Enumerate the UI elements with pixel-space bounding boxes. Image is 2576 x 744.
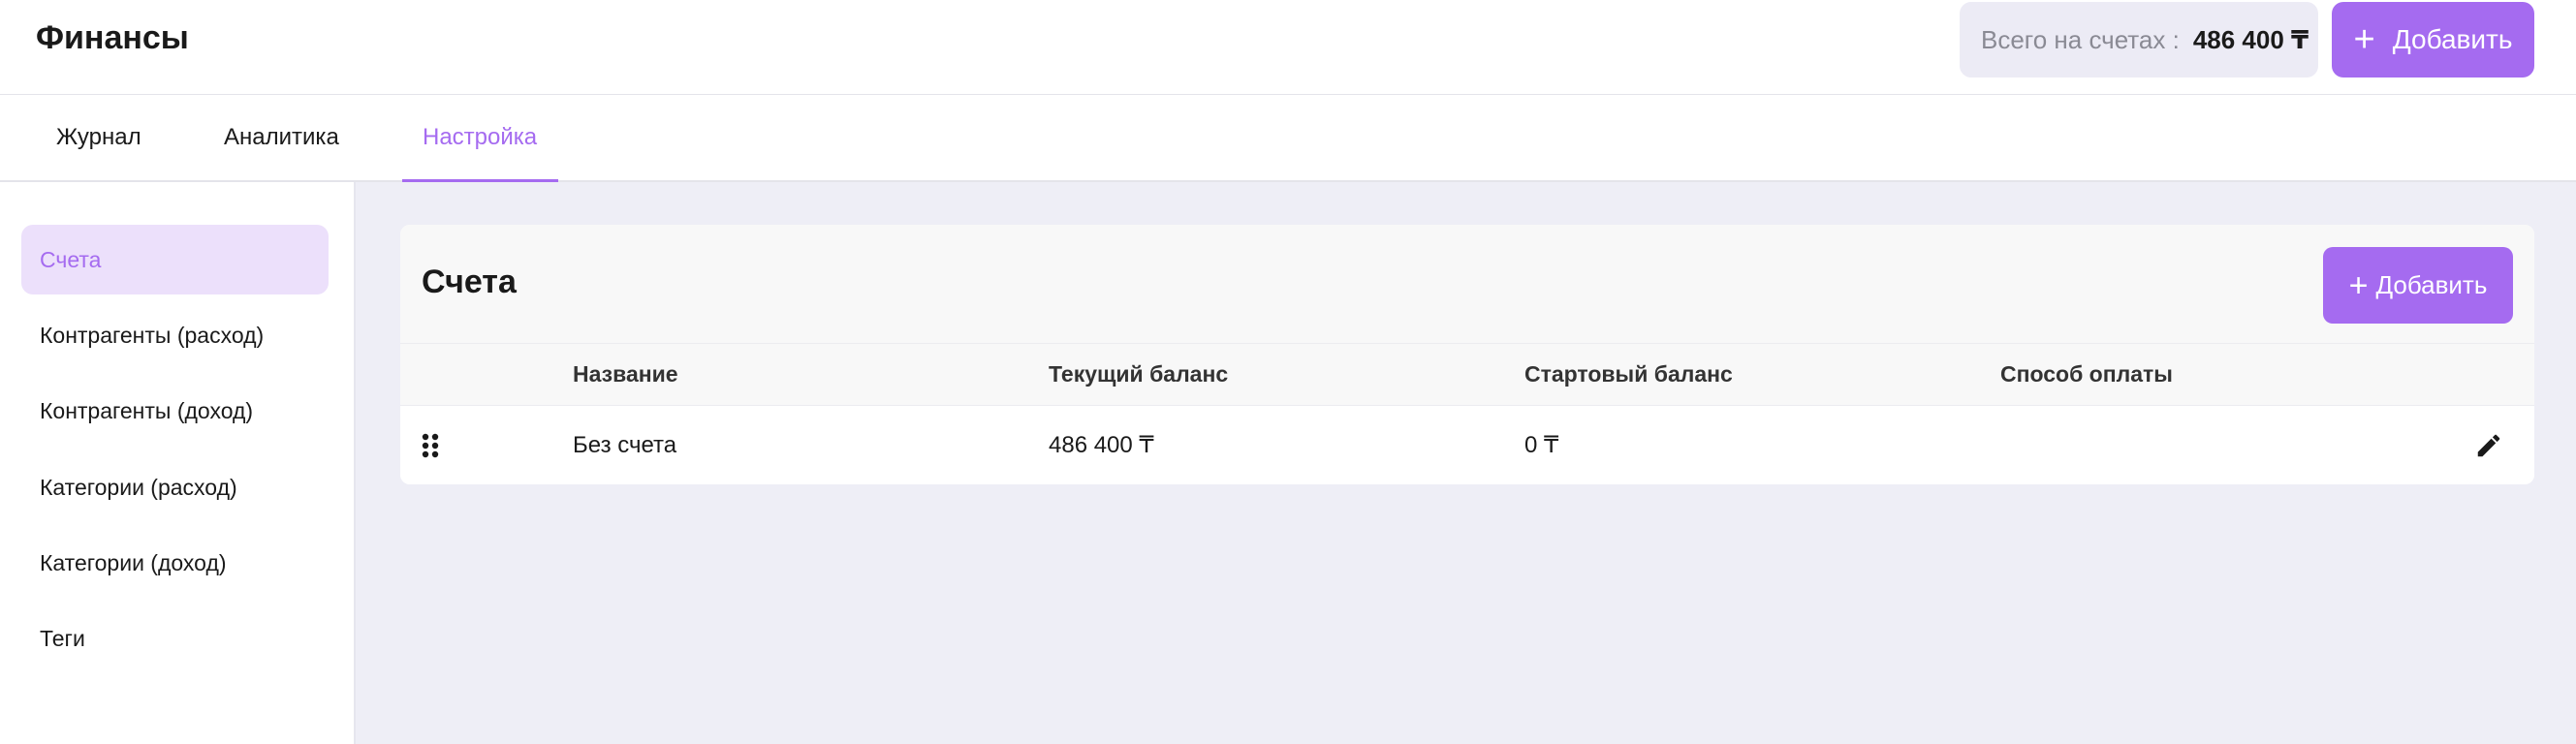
accounts-card: Счета + Добавить Название Текущий баланс…	[400, 225, 2534, 484]
column-header-start-balance: Стартовый баланс	[1524, 361, 1733, 387]
sidebar-item-counterparties-expense[interactable]: Контрагенты (расход)	[21, 300, 329, 370]
column-header-name: Название	[573, 361, 678, 387]
header-add-label: Добавить	[2392, 24, 2513, 54]
app-title: Финансы	[36, 19, 189, 56]
sidebar-item-accounts[interactable]: Счета	[21, 225, 329, 294]
tab-bar: Журнал Аналитика Настройка	[0, 95, 2576, 182]
account-current-balance: 486 400 ₸	[1049, 432, 1154, 458]
accounts-card-header: Счета + Добавить	[400, 225, 2534, 343]
sidebar-item-counterparties-income[interactable]: Контрагенты (доход)	[21, 376, 329, 446]
account-start-balance: 0 ₸	[1524, 432, 1559, 458]
add-account-button[interactable]: + Добавить	[2323, 247, 2513, 324]
app-header: Финансы Всего на счетах : 486 400 ₸ + До…	[0, 0, 2576, 95]
tab-analytics[interactable]: Аналитика	[224, 95, 339, 180]
sidebar-item-tags[interactable]: Теги	[21, 604, 329, 673]
tab-journal[interactable]: Журнал	[56, 95, 141, 180]
total-balance-box: Всего на счетах : 486 400 ₸	[1960, 2, 2318, 78]
accounts-title: Счета	[422, 264, 517, 300]
header-add-button[interactable]: + Добавить	[2332, 2, 2534, 78]
table-row: Без счета 486 400 ₸ 0 ₸	[400, 406, 2534, 484]
add-account-label: Добавить	[2375, 270, 2488, 299]
total-balance-value: 486 400 ₸	[2192, 24, 2309, 54]
drag-handle-icon[interactable]	[422, 433, 439, 458]
tab-settings[interactable]: Настройка	[402, 95, 558, 182]
sidebar-item-categories-expense[interactable]: Категории (расход)	[21, 452, 329, 522]
main-content: Счета + Добавить Название Текущий баланс…	[356, 182, 2576, 744]
column-header-current-balance: Текущий баланс	[1049, 361, 1229, 387]
plus-icon: +	[2348, 266, 2369, 304]
pencil-icon[interactable]	[2474, 431, 2503, 460]
plus-icon: +	[2353, 19, 2375, 60]
total-balance-label: Всего на счетах :	[1981, 24, 2180, 54]
column-header-payment-method: Способ оплаты	[2000, 361, 2173, 387]
accounts-table-header: Название Текущий баланс Стартовый баланс…	[400, 343, 2534, 406]
settings-sidebar: Счета Контрагенты (расход) Контрагенты (…	[0, 182, 356, 744]
account-name: Без счета	[573, 431, 677, 458]
sidebar-item-categories-income[interactable]: Категории (доход)	[21, 528, 329, 598]
